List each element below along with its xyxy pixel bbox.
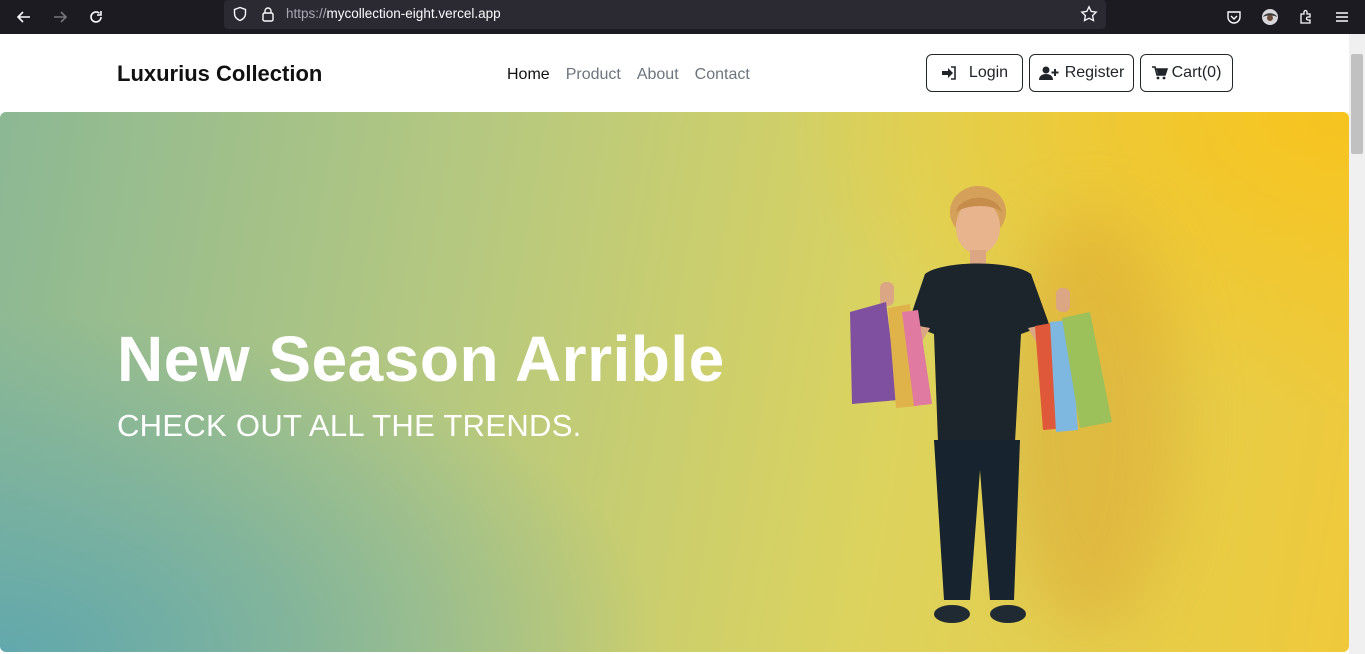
login-label: Login (968, 64, 1009, 81)
cart-label: Cart(0) (1171, 64, 1222, 81)
brand-logo[interactable]: Luxurius Collection (117, 61, 322, 87)
hero-subtitle: CHECK OUT ALL THE TRENDS. (117, 408, 582, 443)
hero-banner: New Season Arrible CHECK OUT ALL THE TRE… (0, 112, 1349, 652)
shield-icon[interactable] (230, 4, 250, 24)
address-bar[interactable]: https://mycollection-eight.vercel.app (224, 0, 1106, 29)
cart-button[interactable]: Cart(0) (1140, 54, 1233, 92)
nav-link-contact[interactable]: Contact (695, 66, 750, 84)
page-scrollbar[interactable] (1349, 34, 1365, 654)
browser-toolbar: https://mycollection-eight.vercel.app (0, 0, 1365, 34)
login-button[interactable]: Login (926, 54, 1023, 92)
nav-link-home[interactable]: Home (507, 66, 550, 84)
sign-in-icon (941, 66, 957, 80)
pocket-icon[interactable] (1221, 4, 1247, 30)
site-navbar: Luxurius Collection Home Product About C… (0, 34, 1349, 112)
back-arrow-icon[interactable] (11, 4, 37, 30)
url-text[interactable]: https://mycollection-eight.vercel.app (286, 6, 501, 21)
user-plus-icon (1038, 66, 1059, 80)
forward-arrow-icon[interactable] (47, 4, 73, 30)
extensions-icon[interactable] (1293, 4, 1319, 30)
page: Luxurius Collection Home Product About C… (0, 34, 1349, 654)
url-host: mycollection-eight.vercel.app (326, 6, 501, 21)
nav-link-product[interactable]: Product (566, 66, 621, 84)
nav-link-about[interactable]: About (637, 66, 679, 84)
scrollbar-thumb[interactable] (1351, 54, 1363, 154)
register-button[interactable]: Register (1029, 54, 1134, 92)
reload-icon[interactable] (83, 4, 109, 30)
bookmark-star-icon[interactable] (1079, 4, 1099, 24)
hero-model-image (850, 186, 1112, 623)
hero-title: New Season Arrible (117, 323, 725, 395)
account-avatar-icon[interactable] (1257, 4, 1283, 30)
register-label: Register (1064, 64, 1125, 81)
nav-links: Home Product About Contact (507, 66, 750, 84)
menu-icon[interactable] (1329, 4, 1355, 30)
lock-icon[interactable] (258, 4, 278, 24)
url-protocol: https:// (286, 6, 327, 21)
cart-icon (1151, 66, 1168, 80)
